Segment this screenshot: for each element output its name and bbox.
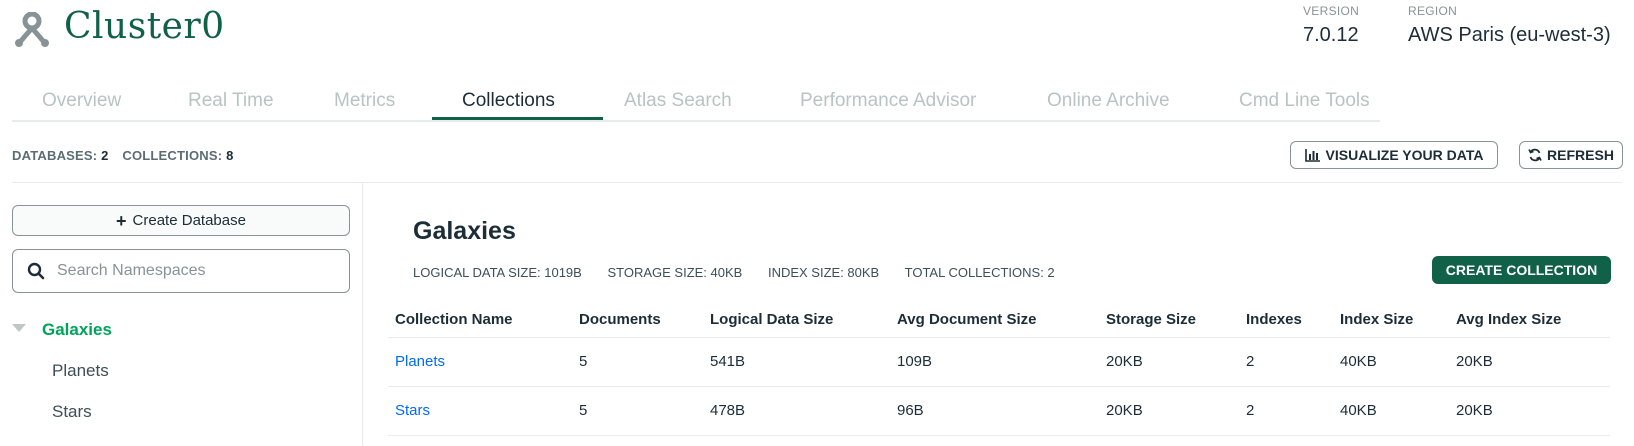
- column-header[interactable]: Collection Name: [388, 303, 572, 338]
- table-cell: 20KB: [1099, 337, 1239, 387]
- table-cell: 2: [1239, 337, 1333, 387]
- tab-atlas-search[interactable]: Atlas Search: [624, 90, 732, 112]
- caret-down-icon[interactable]: [12, 324, 26, 332]
- collection-link[interactable]: Planets: [388, 337, 572, 387]
- table-cell: 20KB: [1449, 386, 1610, 436]
- sidebar-collection-planets[interactable]: Planets: [52, 361, 109, 381]
- visualize-data-label: VISUALIZE YOUR DATA: [1325, 147, 1484, 163]
- tab-cmd-line-tools[interactable]: Cmd Line Tools: [1239, 90, 1370, 112]
- table-cell: 541B: [703, 337, 890, 387]
- cluster-tabs: Overview Real Time Metrics Collections A…: [12, 80, 1380, 122]
- table-cell: 2: [1239, 386, 1333, 436]
- table-header-row: Collection Name Documents Logical Data S…: [388, 303, 1610, 338]
- cluster-header: Cluster0 VERSION 7.0.12 REGION AWS Paris…: [0, 0, 1634, 70]
- active-tab-indicator: [432, 117, 603, 120]
- divider: [12, 182, 1622, 183]
- bar-chart-icon: [1304, 149, 1320, 162]
- table-cell: 20KB: [1449, 337, 1610, 387]
- storage-size: STORAGE SIZE: 40KB: [607, 265, 743, 280]
- tab-collections[interactable]: Collections: [462, 90, 555, 112]
- total-collections: TOTAL COLLECTIONS: 2: [904, 265, 1055, 280]
- collections-table: Collection Name Documents Logical Data S…: [388, 303, 1610, 436]
- column-header[interactable]: Avg Index Size: [1449, 303, 1610, 338]
- table-cell: 40KB: [1333, 337, 1449, 387]
- tab-online-archive[interactable]: Online Archive: [1047, 90, 1170, 112]
- column-header[interactable]: Avg Document Size: [890, 303, 1099, 338]
- tab-metrics[interactable]: Metrics: [334, 90, 395, 112]
- database-stats: LOGICAL DATA SIZE: 1019B STORAGE SIZE: 4…: [413, 265, 1077, 280]
- search-icon: [27, 262, 45, 280]
- sidebar-database-galaxies[interactable]: Galaxies: [42, 320, 112, 340]
- collections-count: 8: [226, 148, 234, 163]
- create-database-label: Create Database: [132, 212, 246, 229]
- column-header[interactable]: Index Size: [1333, 303, 1449, 338]
- table-row: Planets 5 541B 109B 20KB 2 40KB 20KB: [388, 337, 1610, 387]
- sidebar-collection-stars[interactable]: Stars: [52, 402, 92, 422]
- column-header[interactable]: Documents: [572, 303, 703, 338]
- region-label: REGION: [1408, 4, 1458, 18]
- cluster-name: Cluster0: [64, 6, 225, 47]
- tab-overview[interactable]: Overview: [42, 90, 121, 112]
- index-size: INDEX SIZE: 80KB: [767, 265, 880, 280]
- table-row: Stars 5 478B 96B 20KB 2 40KB 20KB: [388, 386, 1610, 436]
- databases-label: DATABASES:: [12, 148, 98, 163]
- search-namespaces-input[interactable]: [57, 262, 337, 280]
- column-header[interactable]: Logical Data Size: [703, 303, 890, 338]
- version-value: 7.0.12: [1303, 24, 1359, 46]
- collection-link[interactable]: Stars: [388, 386, 572, 436]
- refresh-icon: [1528, 148, 1542, 162]
- table-cell: 96B: [890, 386, 1099, 436]
- collections-label: COLLECTIONS:: [122, 148, 223, 163]
- table-cell: 5: [572, 337, 703, 387]
- sidebar-divider: [362, 183, 363, 446]
- version-block: VERSION 7.0.12: [1303, 4, 1359, 47]
- visualize-data-button[interactable]: VISUALIZE YOUR DATA: [1290, 141, 1498, 169]
- table-cell: 5: [572, 386, 703, 436]
- refresh-button[interactable]: REFRESH: [1519, 141, 1623, 169]
- cluster-stats: DATABASES: 2 COLLECTIONS: 8: [12, 148, 244, 163]
- region-block: REGION AWS Paris (eu-west-3): [1408, 4, 1611, 47]
- version-label: VERSION: [1303, 4, 1360, 18]
- column-header[interactable]: Storage Size: [1099, 303, 1239, 338]
- create-collection-button[interactable]: CREATE COLLECTION: [1432, 256, 1611, 284]
- table-cell: 40KB: [1333, 386, 1449, 436]
- logical-data-size: LOGICAL DATA SIZE: 1019B: [413, 265, 582, 280]
- search-namespaces-box: [12, 249, 350, 293]
- databases-count: 2: [101, 148, 109, 163]
- table-cell: 478B: [703, 386, 890, 436]
- column-header[interactable]: Indexes: [1239, 303, 1333, 338]
- database-title: Galaxies: [413, 217, 516, 245]
- refresh-label: REFRESH: [1547, 147, 1614, 163]
- plus-icon: +: [116, 210, 127, 231]
- cluster-icon: [15, 12, 49, 47]
- tab-performance-advisor[interactable]: Performance Advisor: [800, 90, 976, 112]
- table-cell: 109B: [890, 337, 1099, 387]
- region-value: AWS Paris (eu-west-3): [1408, 24, 1611, 46]
- tab-real-time[interactable]: Real Time: [188, 90, 274, 112]
- create-database-button[interactable]: + Create Database: [12, 205, 350, 236]
- table-cell: 20KB: [1099, 386, 1239, 436]
